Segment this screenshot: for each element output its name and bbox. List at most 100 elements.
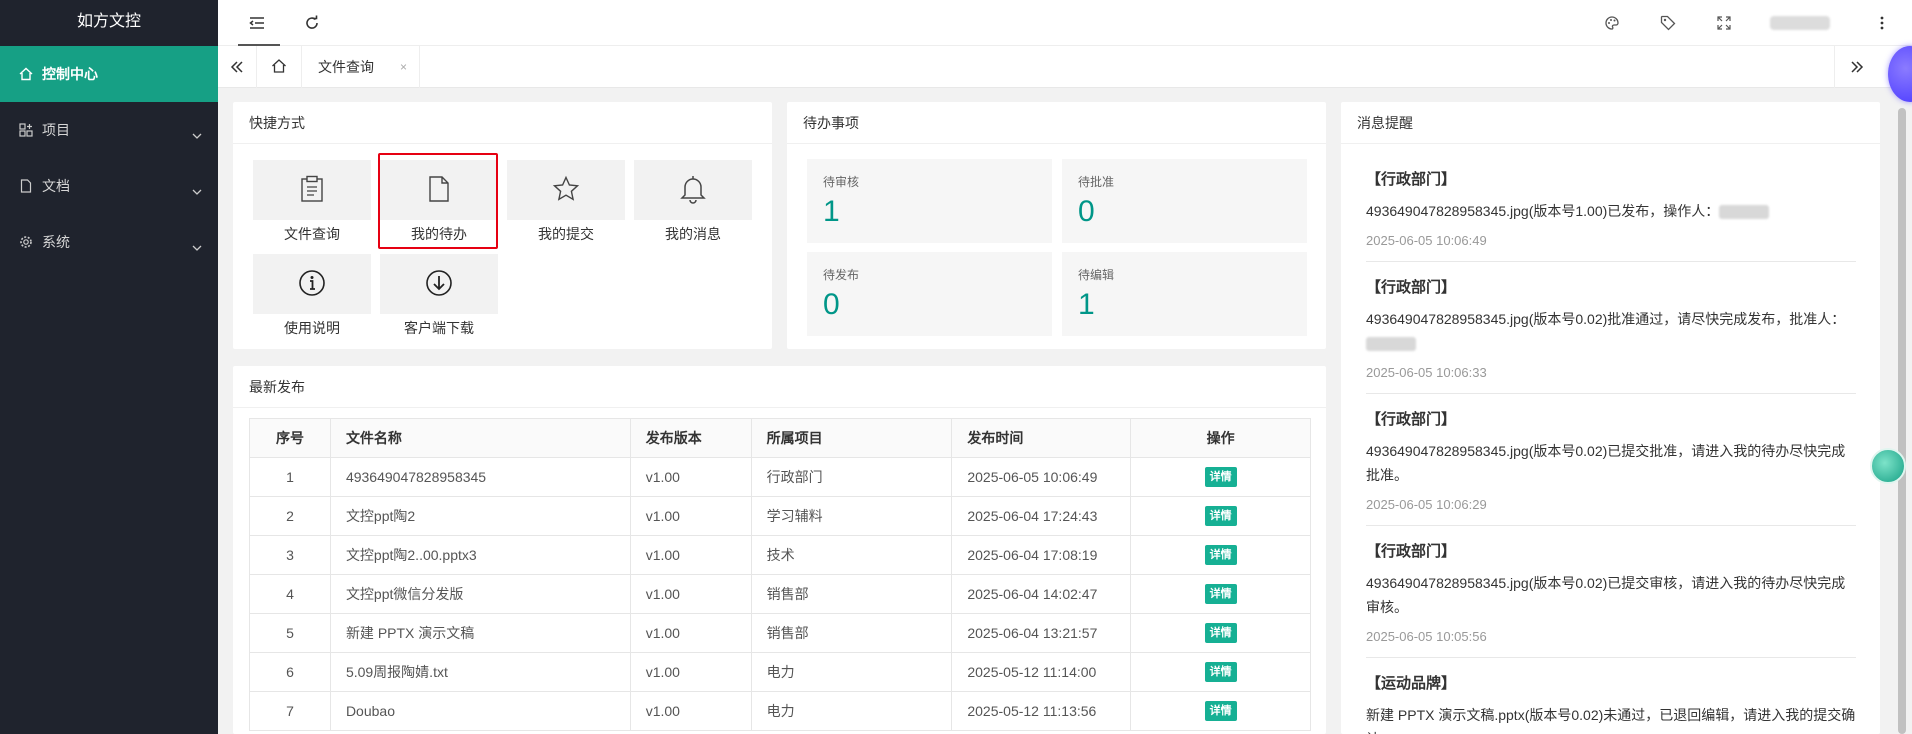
detail-button[interactable]: 详情: [1204, 701, 1237, 721]
cell-time: 2025-05-12 11:14:00: [951, 652, 1132, 692]
sidebar-item-label: 文档: [42, 178, 70, 194]
table-row: 7 Doubao v1.00 电力 2025-05-12 11:13:56 详情: [249, 691, 1311, 731]
table-row: 1 493649047828958345 v1.00 行政部门 2025-06-…: [249, 457, 1311, 497]
message-item[interactable]: 【运动品牌】 新建 PPTX 演示文稿.pptx(版本号0.02)未通过，已退回…: [1366, 672, 1856, 734]
shortcut-label: 我的提交: [538, 226, 594, 242]
cell-version: v1.00: [629, 574, 752, 614]
message-dept: 【行政部门】: [1366, 543, 1457, 560]
sidebar: 如方文控 控制中心 项目 文档 系统: [0, 0, 218, 734]
shortcut-my-messages[interactable]: [634, 160, 752, 220]
cell-filename: 文控ppt陶2: [329, 496, 631, 536]
todo-label: 待审核: [823, 175, 860, 189]
home-icon: [271, 58, 287, 77]
table-row: 4 文控ppt微信分发版 v1.00 销售部 2025-06-04 14:02:…: [249, 574, 1311, 614]
message-item[interactable]: 【行政部门】 493649047828958345.jpg(版本号0.02)已提…: [1366, 408, 1856, 512]
todo-label: 待发布: [823, 268, 860, 282]
detail-button[interactable]: 详情: [1204, 662, 1237, 682]
detail-button[interactable]: 详情: [1204, 467, 1237, 487]
cell-action: 详情: [1130, 613, 1311, 653]
cell-version: v1.00: [629, 613, 752, 653]
sidebar-item-label: 系统: [42, 234, 70, 250]
todo-pending-approval[interactable]: 待批准 0: [1062, 159, 1307, 243]
sidebar-item-document[interactable]: 文档: [0, 158, 218, 214]
shortcut-my-submissions[interactable]: [507, 160, 625, 220]
cell-index: 3: [249, 535, 331, 575]
column-header: 发布时间: [951, 418, 1132, 458]
refresh-icon[interactable]: [302, 13, 322, 33]
cell-time: 2025-06-05 10:06:49: [951, 457, 1132, 497]
todo-pending-publish[interactable]: 待发布 0: [807, 252, 1052, 336]
shortcut-label: 使用说明: [284, 320, 340, 336]
shortcut-file-query[interactable]: [253, 160, 371, 220]
sidebar-item-label: 项目: [42, 122, 70, 138]
operator-name-redacted: [1719, 205, 1770, 220]
message-time: 2025-06-05 10:06:29: [1366, 497, 1487, 512]
clipboard-icon: [299, 175, 325, 206]
cell-project: 技术: [750, 535, 953, 575]
message-item[interactable]: 【行政部门】 493649047828958345.jpg(版本号0.02)已提…: [1366, 540, 1856, 644]
detail-button[interactable]: 详情: [1204, 506, 1237, 526]
detail-button[interactable]: 详情: [1204, 545, 1237, 565]
cell-version: v1.00: [629, 652, 752, 692]
tab-label: 文件查询: [318, 59, 374, 75]
theme-palette-icon[interactable]: [1602, 13, 1622, 33]
cell-time: 2025-05-12 11:13:56: [951, 691, 1132, 731]
cell-time: 2025-06-04 17:24:43: [951, 496, 1132, 536]
todo-pending-review[interactable]: 待审核 1: [807, 159, 1052, 243]
cell-filename: 5.09周报陶婧.txt: [329, 652, 631, 692]
tab-home[interactable]: [256, 46, 302, 88]
messages-scrollbar[interactable]: [1898, 108, 1906, 734]
message-item[interactable]: 【行政部门】 493649047828958345.jpg(版本号0.02)批准…: [1366, 276, 1856, 380]
fullscreen-icon[interactable]: [1714, 13, 1734, 33]
table-row: 5 新建 PPTX 演示文稿 v1.00 销售部 2025-06-04 13:2…: [249, 613, 1311, 653]
todo-pending-edit[interactable]: 待编辑 1: [1062, 252, 1307, 336]
table-row: 2 文控ppt陶2 v1.00 学习辅料 2025-06-04 17:24:43…: [249, 496, 1311, 536]
menu-collapse-icon[interactable]: [247, 13, 267, 33]
bell-icon: [679, 174, 707, 207]
cell-version: v1.00: [629, 457, 752, 497]
cell-index: 6: [249, 652, 331, 692]
tab-file-query[interactable]: 文件查询 ×: [302, 46, 420, 88]
cell-time: 2025-06-04 17:08:19: [951, 535, 1132, 575]
message-time: 2025-06-05 10:06:49: [1366, 233, 1487, 248]
tab-close-icon[interactable]: ×: [400, 60, 407, 74]
cell-filename: 新建 PPTX 演示文稿: [329, 613, 631, 653]
todo-label: 待编辑: [1078, 268, 1115, 282]
cell-project: 电力: [750, 691, 953, 731]
detail-button[interactable]: 详情: [1204, 623, 1237, 643]
shortcut-user-guide[interactable]: [253, 254, 371, 314]
message-item[interactable]: 【行政部门】 493649047828958345.jpg(版本号1.00)已发…: [1366, 168, 1856, 248]
message-body: 493649047828958345.jpg(版本号0.02)批准通过，请尽快完…: [1366, 311, 1846, 327]
cell-index: 2: [249, 496, 331, 536]
table-row: 3 文控ppt陶2..00.pptx3 v1.00 技术 2025-06-04 …: [249, 535, 1311, 575]
sidebar-item-control-center[interactable]: 控制中心: [0, 46, 218, 102]
tab-scroll-right-icon[interactable]: [1834, 46, 1878, 88]
message-body: 新建 PPTX 演示文稿.pptx(版本号0.02)未通过，已退回编辑，请进入我…: [1366, 707, 1856, 734]
cell-action: 详情: [1130, 496, 1311, 536]
sidebar-item-system[interactable]: 系统: [0, 214, 218, 270]
cell-project: 销售部: [750, 613, 953, 653]
shortcut-client-download[interactable]: [380, 254, 498, 314]
shortcut-label: 文件查询: [284, 226, 340, 242]
tag-icon[interactable]: [1658, 13, 1678, 33]
detail-button[interactable]: 详情: [1204, 584, 1237, 604]
message-dept: 【行政部门】: [1366, 279, 1457, 296]
latest-title: 最新发布: [233, 366, 1326, 408]
cell-version: v1.00: [629, 535, 752, 575]
divider: [1366, 261, 1856, 262]
user-name-redacted[interactable]: [1770, 16, 1830, 30]
info-icon: [298, 269, 326, 300]
cell-filename: Doubao: [329, 691, 631, 731]
cell-version: v1.00: [629, 496, 752, 536]
message-dept: 【行政部门】: [1366, 171, 1457, 188]
column-header: 发布版本: [629, 418, 752, 458]
tab-scroll-left-icon[interactable]: [218, 46, 256, 88]
cell-index: 7: [249, 691, 331, 731]
assistant-float-icon[interactable]: [1870, 448, 1906, 484]
cell-project: 电力: [750, 652, 953, 692]
tab-bar: 文件查询 ×: [218, 46, 1912, 88]
top-header: [218, 0, 1912, 46]
more-vertical-icon[interactable]: [1872, 13, 1892, 33]
sidebar-item-project[interactable]: 项目: [0, 102, 218, 158]
chevron-down-icon: [192, 126, 202, 142]
